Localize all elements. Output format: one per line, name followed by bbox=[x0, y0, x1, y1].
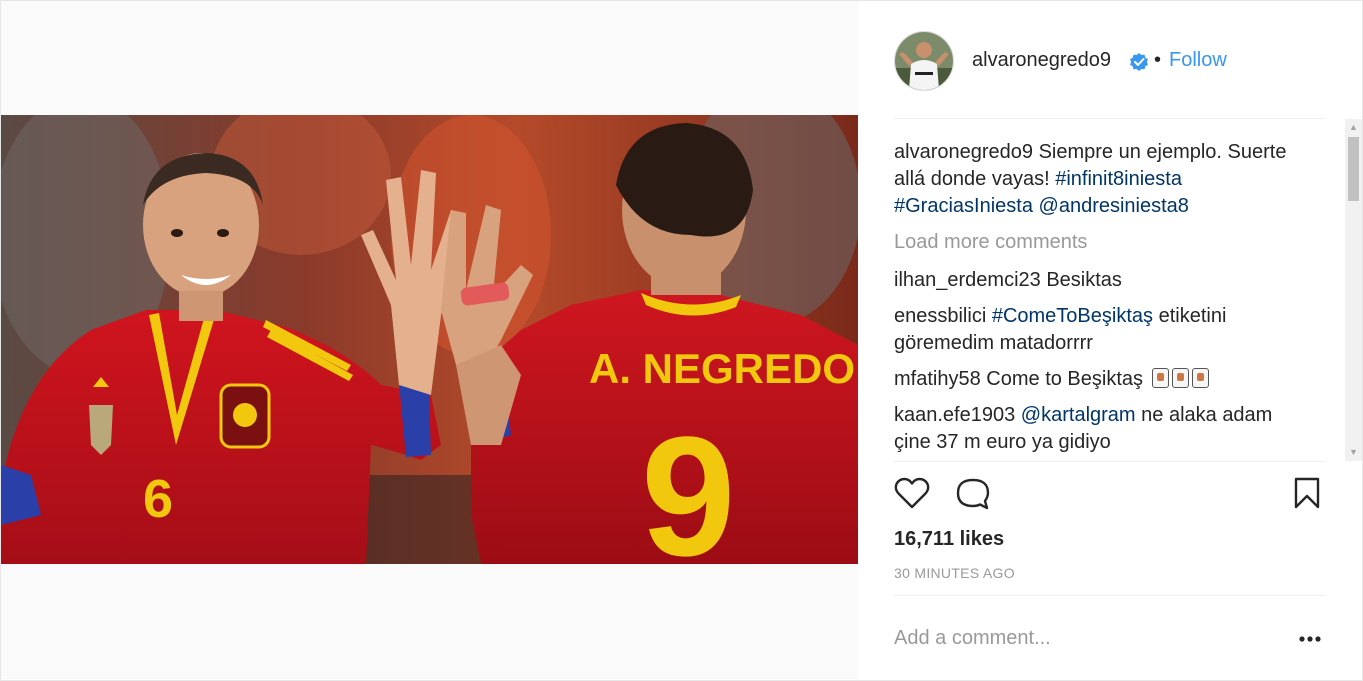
input-divider bbox=[894, 595, 1325, 596]
scroll-thumb[interactable] bbox=[1348, 137, 1359, 201]
caption-hashtag[interactable]: #infinit8iniesta bbox=[1055, 168, 1182, 190]
emoji-icon bbox=[1151, 368, 1169, 388]
action-bar bbox=[894, 475, 1325, 515]
avatar[interactable] bbox=[894, 31, 954, 91]
comments-divider bbox=[894, 461, 1325, 462]
caption-username[interactable]: alvaronegredo9 bbox=[894, 141, 1033, 163]
comments-list: alvaronegredo9 Siempre un ejemplo. Suert… bbox=[894, 139, 1304, 461]
avatar-image bbox=[895, 32, 953, 90]
jersey-player-name: A. NEGREDO bbox=[589, 345, 855, 392]
list-item: kaan.efe1903 @kartalgram ne alaka adam ç… bbox=[894, 402, 1304, 456]
jersey-number-6: 6 bbox=[143, 469, 173, 529]
media-area: 6 A. NEGREDO 9 bbox=[1, 1, 858, 679]
comment-username[interactable]: kaan.efe1903 bbox=[894, 404, 1015, 426]
jersey-number-9: 9 bbox=[641, 402, 736, 564]
bookmark-icon[interactable] bbox=[1294, 477, 1320, 514]
post-side-panel: alvaronegredo9 • Follow alvaronegredo9 S… bbox=[859, 1, 1362, 679]
verified-badge-icon bbox=[1129, 52, 1149, 77]
scroll-up-arrow-icon[interactable]: ▲ bbox=[1345, 119, 1362, 136]
comment-text: Besiktas bbox=[1046, 269, 1122, 291]
likes-count[interactable]: 16,711 likes bbox=[894, 528, 1004, 551]
load-more-comments[interactable]: Load more comments bbox=[894, 229, 1304, 256]
header-divider bbox=[894, 118, 1325, 119]
caption-mention[interactable]: @andresiniesta8 bbox=[1039, 195, 1189, 217]
follow-button[interactable]: Follow bbox=[1169, 49, 1227, 72]
comment-icon[interactable] bbox=[956, 477, 990, 516]
heart-icon[interactable] bbox=[894, 477, 930, 514]
more-options-icon[interactable] bbox=[1299, 629, 1321, 647]
caption: alvaronegredo9 Siempre un ejemplo. Suert… bbox=[894, 139, 1304, 220]
comment-username[interactable]: enessbilici bbox=[894, 305, 986, 327]
caption-hashtag[interactable]: #GraciasIniesta bbox=[894, 195, 1033, 217]
emoji-icon bbox=[1171, 368, 1189, 388]
post-header: alvaronegredo9 • Follow bbox=[859, 1, 1362, 118]
comment-hashtag[interactable]: #ComeToBeşiktaş bbox=[992, 305, 1153, 327]
list-item: enessbilici #ComeToBeşiktaş etiketini gö… bbox=[894, 303, 1304, 357]
comment-username[interactable]: ilhan_erdemci23 bbox=[894, 269, 1041, 291]
header-username[interactable]: alvaronegredo9 bbox=[972, 49, 1111, 72]
list-item: mfatihy58 Come to Beşiktaş bbox=[894, 366, 1304, 393]
photo-illustration: 6 A. NEGREDO 9 bbox=[1, 115, 858, 564]
comments-scrollbar[interactable]: ▲ ▼ bbox=[1345, 119, 1362, 461]
comment-text: Come to Beşiktaş bbox=[986, 368, 1144, 390]
emoji-icon bbox=[1191, 368, 1209, 388]
header-separator: • bbox=[1154, 49, 1162, 71]
post-timestamp: 30 MINUTES AGO bbox=[894, 565, 1015, 581]
comment-mention[interactable]: @kartalgram bbox=[1021, 404, 1136, 426]
post-photo[interactable]: 6 A. NEGREDO 9 bbox=[1, 115, 858, 564]
comment-username[interactable]: mfatihy58 bbox=[894, 368, 981, 390]
list-item: ilhan_erdemci23 Besiktas bbox=[894, 267, 1304, 294]
scroll-down-arrow-icon[interactable]: ▼ bbox=[1345, 444, 1362, 461]
add-comment-input[interactable] bbox=[894, 623, 1274, 653]
